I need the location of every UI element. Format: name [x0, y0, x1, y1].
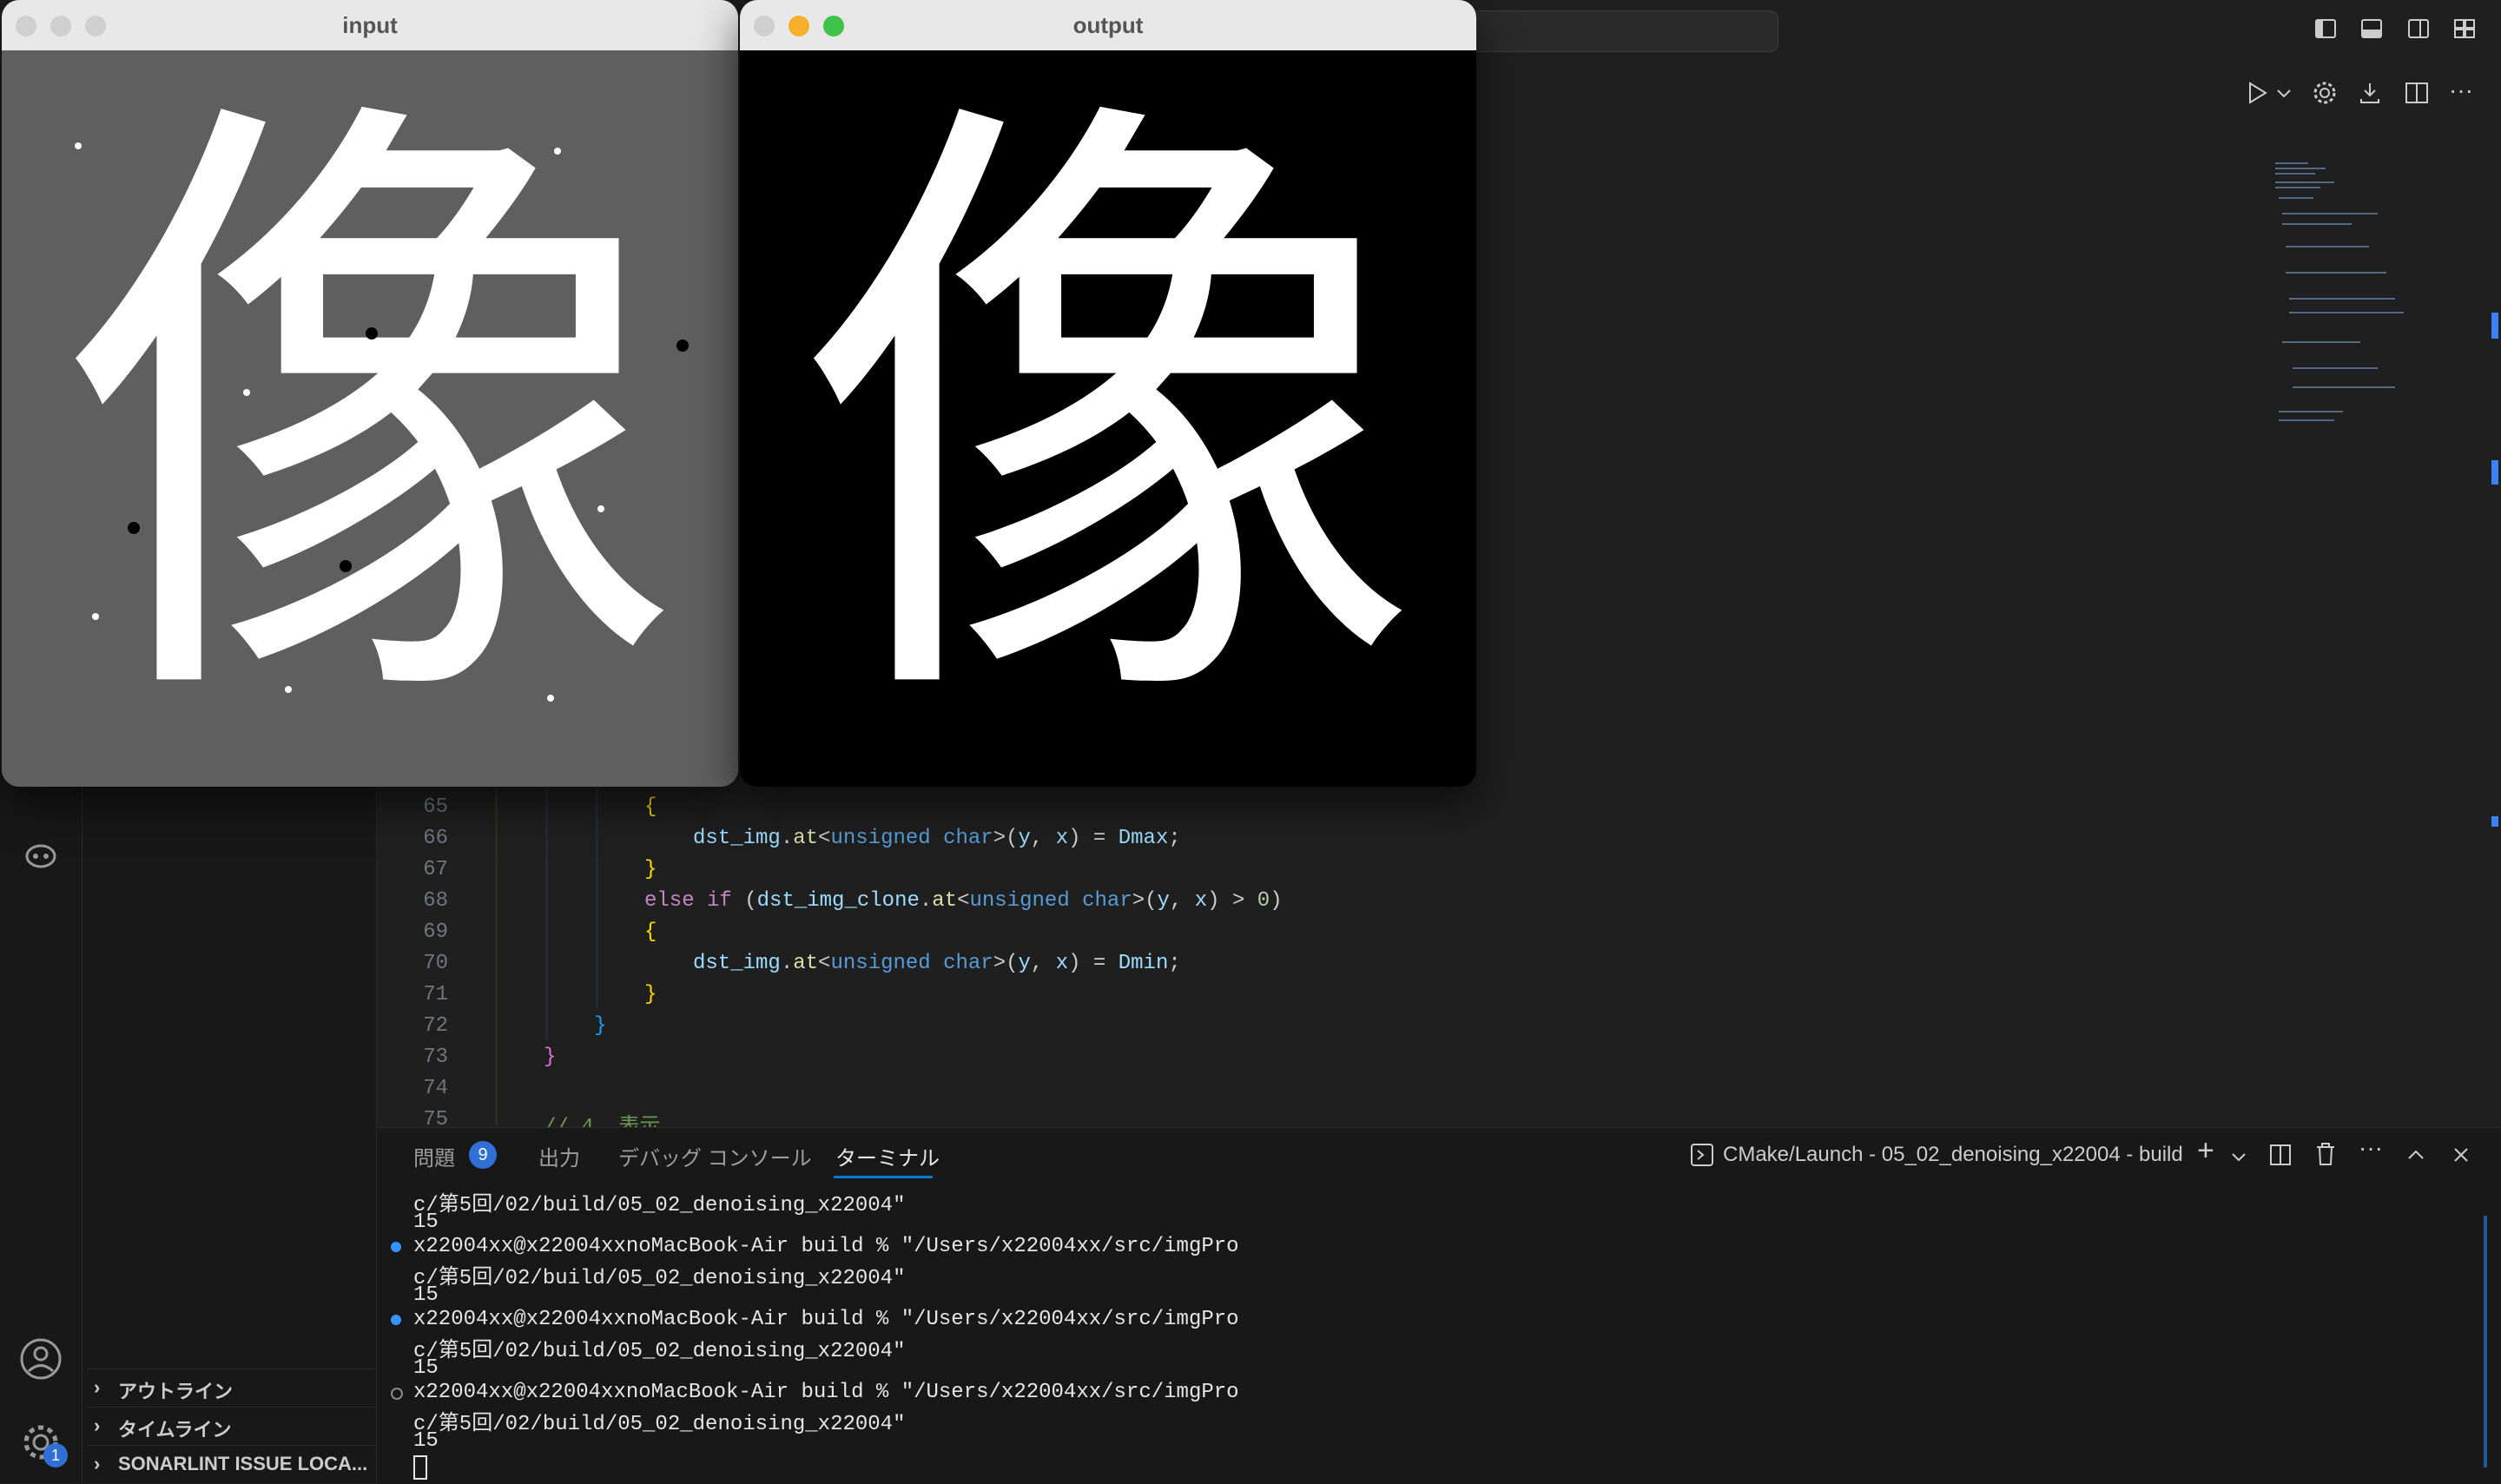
outline-section[interactable]: › アウトライン [87, 1369, 375, 1406]
tab-terminal[interactable]: ターミナル [835, 1141, 940, 1171]
account-icon[interactable] [19, 1337, 63, 1381]
copilot-icon[interactable] [23, 837, 59, 874]
download-icon[interactable] [2357, 80, 2383, 106]
chevron-right-icon: › [94, 1415, 101, 1436]
more-actions-icon[interactable]: ··· [2359, 1134, 2383, 1162]
terminal-line: c/第5回/02/build/05_02_denoising_x22004" [413, 1340, 906, 1363]
close-panel-icon[interactable] [2451, 1144, 2471, 1165]
timeline-section[interactable]: › タイムライン [87, 1407, 375, 1444]
tab-output[interactable]: 出力 [538, 1141, 580, 1171]
problems-count-badge: 9 [469, 1141, 497, 1169]
new-terminal-icon[interactable]: + [2197, 1134, 2214, 1168]
toggle-secondary-sidebar-icon[interactable] [2407, 17, 2430, 40]
code-line-71: } [644, 983, 657, 1006]
scrollbar-marker [2491, 313, 2498, 339]
terminal-line: x22004xx@x22004xxnoMacBook-Air build % "… [413, 1381, 1239, 1404]
command-center[interactable] [1433, 10, 1778, 52]
terminal-line: x22004xx@x22004xxnoMacBook-Air build % "… [413, 1308, 1239, 1331]
terminal-line: c/第5回/02/build/05_02_denoising_x22004" [413, 1267, 906, 1290]
scrollbar-marker [2491, 460, 2498, 485]
tab-problems[interactable]: 問題 [413, 1141, 455, 1171]
code-line-73: } [544, 1045, 557, 1069]
command-decoration-icon[interactable] [391, 1388, 403, 1400]
settings-badge: 1 [43, 1443, 68, 1468]
line-number: 72 [423, 1014, 448, 1038]
command-decoration-icon[interactable] [391, 1315, 401, 1325]
chevron-right-icon: › [94, 1453, 101, 1474]
code-line-66: dst_img.at<unsigned char>(y, x) = Dmax; [693, 827, 1181, 850]
code-line-70: dst_img.at<unsigned char>(y, x) = Dmin; [693, 952, 1181, 975]
sonarlint-section[interactable]: › SONARLINT ISSUE LOCA... [87, 1445, 375, 1482]
scrollbar-marker [2491, 816, 2498, 827]
customize-layout-icon[interactable] [2453, 17, 2476, 40]
output-window-titlebar[interactable]: output [740, 0, 1476, 51]
code-line-69: { [644, 920, 657, 944]
line-number: 71 [423, 983, 448, 1006]
terminal-line: x22004xx@x22004xxnoMacBook-Air build % "… [413, 1235, 1239, 1258]
terminal-line: c/第5回/02/build/05_02_denoising_x22004" [413, 1194, 906, 1217]
input-window-title: input [342, 12, 398, 38]
line-number: 74 [423, 1077, 448, 1100]
chevron-down-icon[interactable] [2275, 80, 2293, 106]
trash-icon[interactable] [2313, 1141, 2338, 1167]
terminal-scrollbar[interactable] [2484, 1216, 2487, 1468]
output-image: 像 [740, 50, 1476, 787]
salt-pepper-noise [75, 142, 689, 702]
toggle-panel-icon[interactable] [2360, 17, 2383, 40]
line-number: 67 [423, 858, 448, 881]
minimap[interactable] [2273, 160, 2412, 438]
line-number: 73 [423, 1045, 448, 1069]
terminal-line: 15 [413, 1429, 439, 1453]
indent-guide [596, 788, 598, 1007]
input-window[interactable]: input 像 [2, 0, 738, 787]
output-window[interactable]: output 像 [740, 0, 1476, 787]
output-window-title: output [1072, 12, 1144, 38]
timeline-section-label: タイムライン [118, 1419, 232, 1441]
input-image: 像 [2, 50, 738, 787]
code-line-68: else if (dst_img_clone.at<unsigned char>… [644, 889, 1283, 913]
terminal-line: 15 [413, 1210, 439, 1234]
input-window-titlebar[interactable]: input [2, 0, 738, 51]
output-glyph: 像 [795, 51, 1421, 779]
split-terminal-icon[interactable] [2268, 1143, 2293, 1167]
code-line-65: { [644, 795, 657, 819]
run-icon[interactable] [2244, 80, 2270, 106]
active-tab-indicator [834, 1176, 933, 1178]
terminal-title[interactable]: CMake/Launch - 05_02_denoising_x22004 - … [1723, 1143, 2183, 1167]
terminal-line: c/第5回/02/build/05_02_denoising_x22004" [413, 1413, 906, 1436]
line-number: 68 [423, 889, 448, 913]
chevron-right-icon: › [94, 1376, 101, 1398]
line-number: 69 [423, 920, 448, 944]
more-actions-icon[interactable]: ··· [2449, 76, 2473, 104]
terminal-icon [1691, 1144, 1713, 1166]
indent-guide [545, 788, 548, 1040]
code-line-67: } [644, 858, 657, 881]
toggle-primary-sidebar-icon[interactable] [2314, 17, 2337, 40]
line-number: 65 [423, 795, 448, 819]
outline-section-label: アウトライン [118, 1381, 234, 1402]
command-decoration-icon[interactable] [391, 1242, 401, 1252]
terminal-cursor [413, 1455, 427, 1480]
line-number: 66 [423, 827, 448, 850]
tab-debug-console[interactable]: デバッグ コンソール [618, 1141, 812, 1171]
code-line-72: } [594, 1014, 607, 1038]
line-number: 70 [423, 952, 448, 975]
chevron-down-icon[interactable] [2230, 1148, 2247, 1165]
terminal-line: 15 [413, 1283, 439, 1307]
terminal-line: 15 [413, 1356, 439, 1380]
indent-guide [495, 788, 498, 1125]
sonarlint-section-label: SONARLINT ISSUE LOCA... [118, 1453, 368, 1474]
maximize-panel-icon[interactable] [2405, 1144, 2426, 1165]
split-editor-icon[interactable] [2404, 80, 2430, 106]
gear-icon[interactable] [2312, 80, 2338, 106]
